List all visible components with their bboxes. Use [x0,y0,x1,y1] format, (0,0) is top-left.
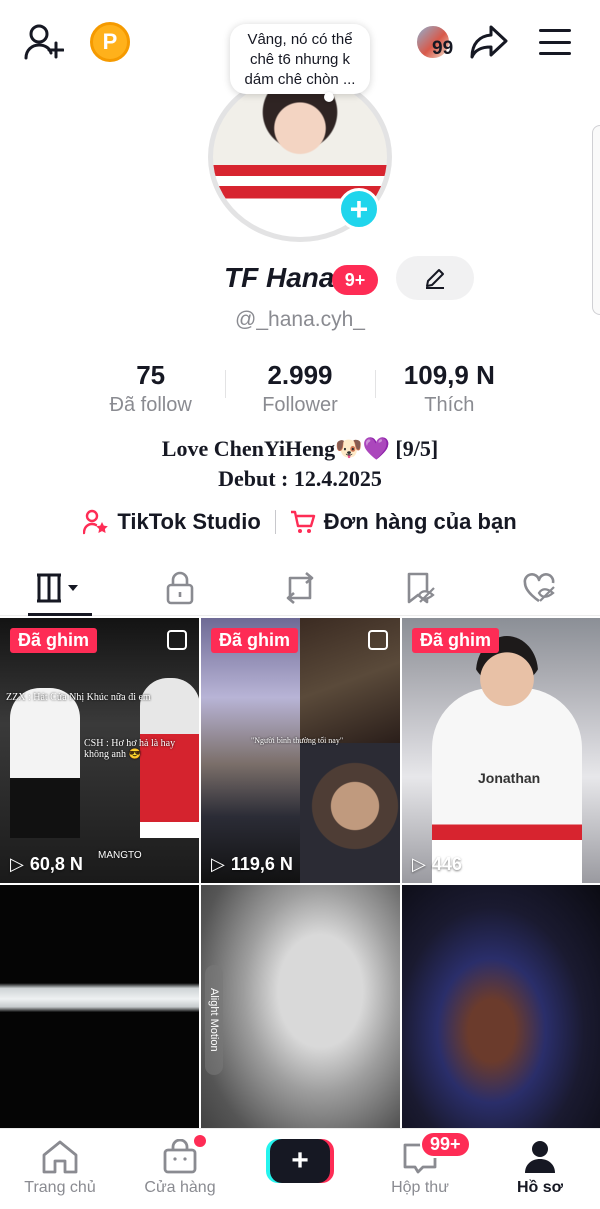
tab-liked[interactable] [480,560,600,615]
plus-icon: + [270,1139,330,1183]
stat-label: Đã follow [109,394,192,416]
play-count-value: 446 [431,854,462,874]
pinned-badge: Đã ghim [10,628,98,653]
play-icon: ▷ [412,854,426,874]
profile-visitors-button[interactable]: 99 [402,22,464,62]
multi-clip-icon [368,630,388,650]
nav-inbox[interactable]: Hộp thư 99+ [360,1129,480,1209]
profile-name: TF Hana [224,262,335,293]
stat-label: Thích [424,394,475,416]
content-tabs [0,560,600,616]
tab-private[interactable] [120,560,240,615]
notification-dot [194,1135,207,1147]
edit-profile-button[interactable] [396,256,474,300]
inbox-badge: 99+ [420,1131,471,1158]
stat-value: 75 [136,360,166,390]
nav-label: Cửa hàng [144,1179,216,1196]
home-icon [42,1140,78,1174]
play-count: ▷ 60,8 N [10,854,83,875]
nav-label: Trang chủ [24,1179,96,1196]
play-icon: ▷ [211,854,225,874]
notification-badge[interactable]: 9+ [332,265,378,295]
videos-grid-icon [37,573,78,602]
user-star-icon [83,509,109,535]
bio-line: Love ChenYiHeng🐶💜 [9/5] [161,436,439,461]
thumbnail-photo [300,743,400,883]
add-friend-icon[interactable] [22,22,66,62]
play-count: ▷ 446 [412,854,462,875]
tiktok-studio-label: TikTok Studio [117,509,261,534]
profile-note[interactable]: Vâng, nó có thể chê t6 nhưng k dám chê c… [230,24,370,94]
create-button[interactable]: + [266,1139,334,1183]
watermark: Alight Motion [205,965,223,1075]
profile-handle: @_hana.cyh_ [235,308,365,331]
profile-bio: Love ChenYiHeng🐶💜 [9/5] Debut : 12.4.202… [0,434,600,494]
video-caption: CSH : Hơ hơ hả là hay không anh 😎 [84,738,176,760]
video-thumbnail[interactable]: ▷929 [0,885,199,1150]
visitor-count: 99 [432,38,454,59]
bookmark-hidden-icon [407,572,435,603]
stats-row: 75 Đã follow 2.999 Follower 109,9 N Thíc… [76,358,524,422]
stat-value: 109,9 N [403,360,495,390]
video-thumbnail[interactable]: ZZX : Hát Cửa Nhị Khúc nữa đi em CSH : H… [0,618,199,883]
repost-icon [286,571,314,604]
video-caption: MANGTO [98,850,142,861]
nav-shop[interactable]: Cửa hàng [120,1129,240,1209]
add-story-button[interactable]: + [338,188,380,230]
bio-line: Debut : 12.4.2025 [218,466,382,491]
video-caption: "Người bình thường tối nay" [251,736,344,745]
orders-label: Đơn hàng của bạn [323,509,517,534]
thumbnail-figure [10,688,80,838]
note-tail [324,92,334,102]
stat-followers[interactable]: 2.999 Follower [225,358,374,422]
video-grid: ZZX : Hát Cửa Nhị Khúc nữa đi em CSH : H… [0,618,600,1150]
video-thumbnail[interactable]: Jonathan Đã ghim ▷ 446 [402,618,600,883]
coin-icon[interactable]: P [90,22,130,62]
tab-reposts[interactable] [240,560,360,615]
orders-link[interactable]: Đơn hàng của bạn [290,509,517,535]
shirt-text: Jonathan [478,770,541,786]
tab-favorites[interactable] [360,560,480,615]
pinned-badge: Đã ghim [412,628,500,653]
link-divider [274,510,276,534]
nav-label: Hồ sơ [516,1179,564,1196]
shop-bag-icon [163,1139,197,1174]
pinned-badge: Đã ghim [211,628,299,653]
stat-likes[interactable]: 109,9 N Thích [374,358,524,422]
pencil-icon [426,269,444,289]
play-count: ▷ 119,6 N [211,854,293,875]
video-caption: ZZX : Hát Cửa Nhị Khúc nữa đi em [6,692,151,703]
heart-hidden-icon [523,572,555,602]
tiktok-studio-link[interactable]: TikTok Studio [83,509,261,535]
stat-label: Follower [262,394,338,416]
share-icon[interactable] [468,22,510,62]
video-thumbnail[interactable]: Alight Motion ▷210 [201,885,400,1150]
nav-label: Hộp thư [391,1179,449,1196]
side-drawer-handle[interactable] [592,125,600,315]
profile-icon [525,1141,555,1173]
nav-profile[interactable]: Hồ sơ [480,1129,600,1209]
menu-icon[interactable] [536,24,574,60]
name-row: TF Hana 9+ [0,256,600,304]
play-icon: ▷ [10,854,24,874]
video-thumbnail[interactable]: ▷204 [402,885,600,1150]
nav-create[interactable]: + [240,1129,360,1209]
bottom-nav: Trang chủ Cửa hàng + Hộp thư 99+ Hồ sơ [0,1128,600,1209]
lock-icon [166,571,194,604]
nav-home[interactable]: Trang chủ [0,1129,120,1209]
profile-note-text: Vâng, nó có thể chê t6 nhưng k dám chê c… [244,31,356,88]
cart-icon [290,510,315,533]
tab-videos[interactable] [0,560,120,615]
video-thumbnail[interactable]: "Người bình thường tối nay" Đã ghim ▷ 119… [201,618,400,883]
play-count-value: 60,8 N [29,854,83,874]
stat-value: 2.999 [267,360,333,390]
multi-clip-icon [167,630,187,650]
profile-links: TikTok Studio Đơn hàng của bạn [0,504,600,540]
play-count-value: 119,6 N [230,854,293,874]
stat-following[interactable]: 75 Đã follow [76,358,225,422]
